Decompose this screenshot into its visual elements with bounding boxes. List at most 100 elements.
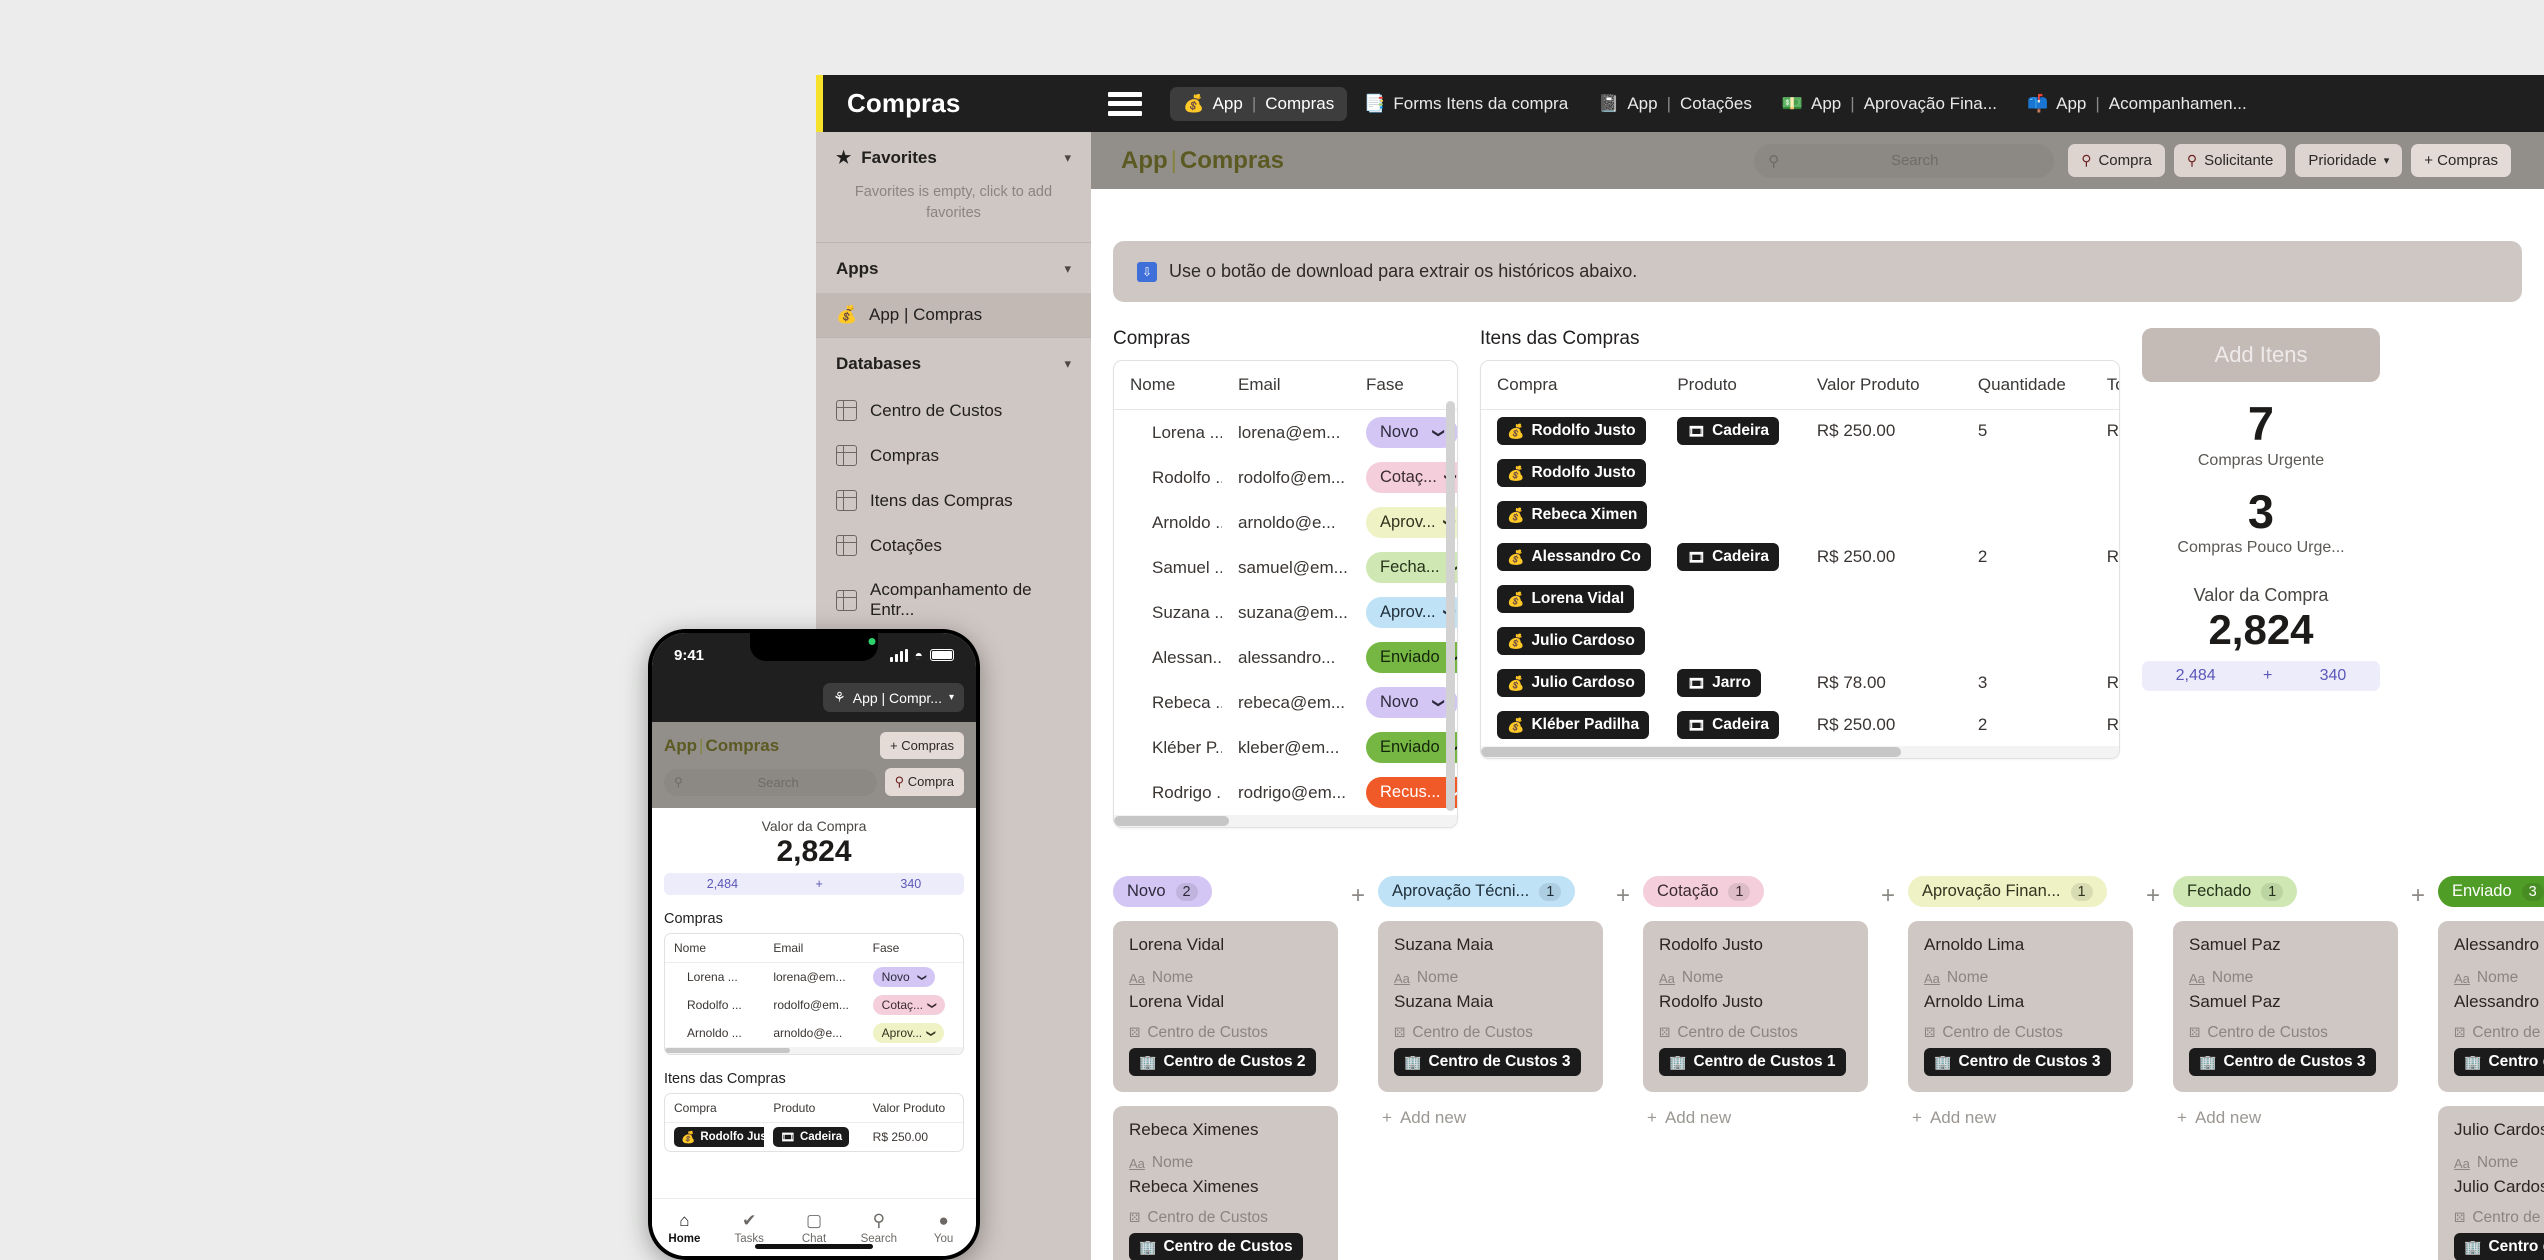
kanban-card[interactable]: Alessandro Conc Aa Nome Alessandro Conc ⚄ Cen… bbox=[2438, 921, 2544, 1092]
add-column-button[interactable]: + bbox=[2398, 876, 2438, 910]
filter-compra-button[interactable]: ⚲ Compra bbox=[2068, 144, 2165, 177]
table-row[interactable]: Samuel ...samuel@em...Fecha...❯🏢Centro..… bbox=[1114, 545, 1457, 590]
add-column-button[interactable]: + bbox=[2133, 876, 2173, 910]
fase-badge[interactable]: Cotaç...❯ bbox=[872, 995, 945, 1015]
kanban-column-header[interactable]: Aprovação Finan... 1 bbox=[1908, 876, 2107, 907]
table-row[interactable]: 💰 Rebeca Ximen bbox=[1481, 494, 2119, 536]
tab-acompanhamen-[interactable]: 📫 App | Acompanhamen... bbox=[2014, 87, 2260, 121]
fase-badge[interactable]: Cotaç...❯ bbox=[1366, 462, 1457, 493]
chevron-down-icon[interactable]: ▾ bbox=[1064, 150, 1071, 166]
table-row[interactable]: Rodolfo ...rodolfo@em...Cotaç...❯🏢Centro… bbox=[1114, 455, 1457, 500]
kanban-card[interactable]: Rodolfo Justo Aa Nome Rodolfo Justo ⚄ Centro … bbox=[1643, 921, 1868, 1092]
table-row[interactable]: Arnoldo ...arnoldo@e...Aprov...❯🏢Centro.… bbox=[1114, 500, 1457, 545]
filter-solicitante-button[interactable]: ⚲ Solicitante bbox=[2173, 144, 2287, 177]
tab-forms-itens-da-compra[interactable]: 📑 Forms Itens da compra bbox=[1351, 87, 1581, 121]
phone-search-box[interactable]: ⚲ bbox=[664, 768, 877, 796]
sidebar-item-app-compras[interactable]: 💰 App | Compras bbox=[816, 293, 1091, 338]
sidebar-section-apps[interactable]: Apps ▾ bbox=[816, 243, 1091, 293]
table-row[interactable]: 💰 Rodolfo Justo 🎞 Cadeira R$ 250.00 bbox=[665, 1123, 963, 1152]
priority-dropdown[interactable]: Prioridade ▾ bbox=[2295, 144, 2403, 177]
add-new-button[interactable]: + Add new bbox=[1378, 1108, 1603, 1128]
phone-compra-filter-button[interactable]: ⚲ Compra bbox=[884, 768, 964, 796]
sidebar-section-favorites[interactable]: ★ Favorites ▾ bbox=[816, 132, 1091, 182]
fase-badge[interactable]: Fecha...❯ bbox=[1366, 552, 1457, 583]
sidebar-section-databases[interactable]: Databases ▾ bbox=[816, 338, 1091, 388]
tab-compras[interactable]: 💰 App | Compras bbox=[1170, 86, 1348, 121]
add-column-button[interactable]: + bbox=[1603, 876, 1643, 910]
add-compras-button[interactable]: + Compras bbox=[2411, 144, 2511, 177]
phone-tab-you[interactable]: ● You bbox=[911, 1211, 976, 1245]
table-row[interactable]: Lorena ... lorena@em... Novo ❯ bbox=[665, 963, 963, 992]
compras-vscrollbar[interactable] bbox=[1446, 401, 1455, 811]
favorites-empty-text[interactable]: Favorites is empty, click to add favorit… bbox=[816, 182, 1091, 242]
kanban-card[interactable]: Rebeca Ximenes Aa Nome Rebeca Ximenes ⚄ Centr… bbox=[1113, 1106, 1338, 1260]
phone-app-chip[interactable]: ⚘ App | Compr... ▾ bbox=[823, 683, 964, 712]
table-row[interactable]: Rodolfo ... rodolfo@em... Cotaç... ❯ bbox=[665, 991, 963, 1019]
phone-tab-label: You bbox=[933, 1232, 954, 1245]
table-row[interactable]: 💰 Alessandro Co 🎞 Cadeira R$ 250.00 2 R$ 500.0… bbox=[1481, 536, 2119, 578]
chevron-down-icon[interactable]: ▾ bbox=[1064, 356, 1071, 372]
sidebar-item-itens-das-compras[interactable]: Itens das Compras bbox=[816, 478, 1091, 523]
table-row[interactable]: 💰 Julio Cardoso 🎞 Jarro R$ 78.00 3 R$ 234.00 bbox=[1481, 662, 2119, 704]
chevron-down-icon[interactable]: ▾ bbox=[1064, 261, 1071, 277]
cell-compra: 💰 Kléber Padilha bbox=[1481, 704, 1661, 746]
add-column-button[interactable]: + bbox=[1338, 876, 1378, 910]
table-row[interactable]: 💰 Rodolfo Justo 🎞 Cadeira R$ 250.00 5 R$ 1,250… bbox=[1481, 410, 2119, 453]
tab-aprova-o-fina-[interactable]: 💵 App | Aprovação Fina... bbox=[1769, 87, 2010, 121]
kanban-column-header[interactable]: Aprovação Técni... 1 bbox=[1378, 876, 1576, 907]
search-input[interactable] bbox=[1789, 152, 2041, 169]
phone-itens-body: 💰 Rodolfo Justo 🎞 Cadeira R$ 250.00 bbox=[665, 1123, 963, 1152]
fase-badge[interactable]: Novo ❯ bbox=[1366, 417, 1457, 448]
add-column-button[interactable]: + bbox=[1868, 876, 1908, 910]
fase-badge[interactable]: Novo ❯ bbox=[872, 967, 935, 987]
kanban-column-header[interactable]: Novo 2 bbox=[1113, 876, 1212, 907]
add-itens-button[interactable]: Add Itens bbox=[2142, 328, 2380, 382]
fase-badge[interactable]: Enviado❯ bbox=[1366, 642, 1457, 673]
fase-badge[interactable]: Aprov...❯ bbox=[1366, 597, 1457, 628]
compras-hscrollbar[interactable] bbox=[1114, 815, 1457, 827]
table-row[interactable]: Arnoldo ... arnoldo@e... Aprov... ❯ bbox=[665, 1019, 963, 1047]
kanban-card[interactable]: Arnoldo Lima Aa Nome Arnoldo Lima ⚄ Centro de… bbox=[1908, 921, 2133, 1092]
fase-badge[interactable]: Recus...❯ bbox=[1366, 777, 1457, 808]
sidebar-item-cota-es[interactable]: Cotações bbox=[816, 523, 1091, 568]
kanban-column-header[interactable]: Cotação 1 bbox=[1643, 876, 1765, 907]
phone-compras-hscrollbar[interactable] bbox=[665, 1047, 963, 1054]
kanban-card[interactable]: Julio Cardoso Aa Nome Julio Cardoso ⚄ Centro … bbox=[2438, 1106, 2544, 1260]
phone-tab-label: Search bbox=[860, 1232, 897, 1245]
table-row[interactable]: 💰 Julio Cardoso bbox=[1481, 620, 2119, 662]
hamburger-icon[interactable] bbox=[1108, 91, 1143, 116]
table-row[interactable]: Rodrigo ...rodrigo@em...Recus...❯🏢Centro… bbox=[1114, 770, 1457, 815]
table-row[interactable]: Alessan...alessandro...Enviado❯🏢Centro..… bbox=[1114, 635, 1457, 680]
kanban-column-header[interactable]: Fechado 1 bbox=[2173, 876, 2298, 907]
tab-cota-es[interactable]: 📓 App | Cotações bbox=[1585, 87, 1765, 121]
phone-search-input[interactable] bbox=[689, 774, 867, 790]
table-row[interactable]: Lorena ...lorena@em...Novo❯🏢Centro... bbox=[1114, 410, 1457, 456]
kanban-card[interactable]: Suzana Maia Aa Nome Suzana Maia ⚄ Centro de C… bbox=[1378, 921, 1603, 1092]
phone-tab-home[interactable]: ⌂ Home bbox=[652, 1211, 717, 1245]
kanban-card[interactable]: Samuel Paz Aa Nome Samuel Paz ⚄ Centro de Cus… bbox=[2173, 921, 2398, 1092]
fase-badge[interactable]: Aprov...❯ bbox=[872, 1023, 944, 1043]
kanban-card[interactable]: Lorena Vidal Aa Nome Lorena Vidal ⚄ Centro de… bbox=[1113, 921, 1338, 1092]
phone-tab-tasks[interactable]: ✔ Tasks bbox=[717, 1211, 782, 1245]
kanban-column-header[interactable]: Enviado 3 bbox=[2438, 876, 2544, 907]
fase-badge[interactable]: Aprov...❯ bbox=[1366, 507, 1457, 538]
table-row[interactable]: 💰 Rodolfo Justo bbox=[1481, 452, 2119, 494]
table-row[interactable]: Suzana ...suzana@em...Aprov...❯🏢Centro..… bbox=[1114, 590, 1457, 635]
table-row[interactable]: Rebeca ...rebeca@em...Novo❯🏢Centro... bbox=[1114, 680, 1457, 725]
phone-tab-search[interactable]: ⚲ Search bbox=[846, 1211, 911, 1245]
table-row[interactable]: 💰 Kléber Padilha 🎞 Cadeira R$ 250.00 2 R$ 500.… bbox=[1481, 704, 2119, 746]
itens-hscrollbar[interactable] bbox=[1481, 746, 2119, 758]
phone-add-compras-button[interactable]: + Compras bbox=[880, 732, 964, 759]
add-new-button[interactable]: + Add new bbox=[2173, 1108, 2398, 1128]
table-row[interactable]: Kléber P...kleber@em...Enviado❯🏢Centro..… bbox=[1114, 725, 1457, 770]
fase-badge[interactable]: Novo ❯ bbox=[1366, 687, 1457, 718]
fase-badge[interactable]: Enviado❯ bbox=[1366, 732, 1457, 763]
table-row[interactable]: 💰 Lorena Vidal bbox=[1481, 578, 2119, 620]
phone-tab-chat[interactable]: ▢ Chat bbox=[782, 1211, 847, 1245]
sidebar-item-acompanhamento-de-entr-[interactable]: Acompanhamento de Entr... bbox=[816, 568, 1091, 632]
sidebar-item-centro-de-custos[interactable]: Centro de Custos bbox=[816, 388, 1091, 433]
search-box[interactable]: ⚲ bbox=[1754, 143, 2055, 178]
sidebar-item-compras[interactable]: Compras bbox=[816, 433, 1091, 478]
add-new-button[interactable]: + Add new bbox=[1643, 1108, 1868, 1128]
add-new-button[interactable]: + Add new bbox=[1908, 1108, 2133, 1128]
